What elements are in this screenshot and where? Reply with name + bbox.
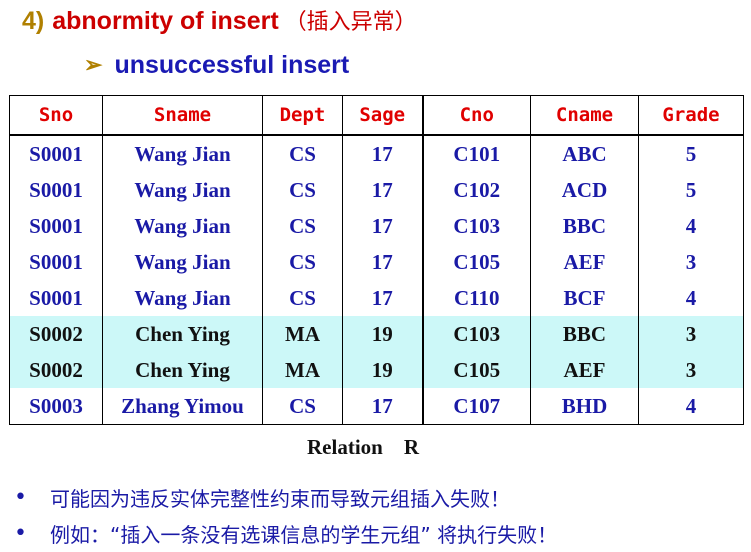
cell-sno: S0001: [9, 208, 103, 244]
cell-grade: 3: [638, 352, 744, 388]
cell-sname: Wang Jian: [102, 172, 263, 208]
cell-grade: 4: [638, 388, 744, 425]
cell-cname: AEF: [530, 352, 639, 388]
column-header-dept: Dept: [262, 95, 343, 136]
cell-dept: MA: [262, 316, 343, 352]
bullet-text: 例如：“插入一条没有选课信息的学生元组” 将执行失败！: [50, 522, 558, 547]
bullet-dot-icon: •: [14, 520, 27, 546]
cell-sno: S0002: [9, 316, 103, 352]
slide-heading: 4) abnormity of insert （插入异常）: [22, 4, 417, 44]
cell-cname: ABC: [530, 135, 639, 172]
column-header-sname: Sname: [102, 95, 263, 136]
table-row: S0002 Chen Ying MA 19 C105 AEF 3: [9, 352, 744, 388]
column-header-grade: Grade: [638, 95, 744, 136]
cell-dept: CS: [262, 388, 343, 425]
cell-sage: 19: [342, 316, 424, 352]
table-header-row: Sno Sname Dept Sage Cno Cname Grade: [9, 95, 744, 136]
cell-cno: C103: [422, 208, 531, 244]
cell-cno: C103: [422, 316, 531, 352]
heading-title: abnormity of insert: [52, 7, 279, 35]
cell-dept: CS: [262, 135, 343, 172]
cell-sage: 17: [342, 280, 424, 316]
bullet-item: • 可能因为违反实体完整性约束而导致元组插入失败！: [14, 479, 557, 515]
cell-sage: 17: [342, 208, 424, 244]
table-row: S0001 Wang Jian CS 17 C101 ABC 5: [9, 135, 744, 172]
cell-dept: CS: [262, 280, 343, 316]
cell-cname: BHD: [530, 388, 639, 425]
column-header-sage: Sage: [342, 95, 424, 136]
cell-sage: 17: [342, 135, 424, 172]
cell-grade: 3: [638, 244, 744, 280]
cell-cno: C110: [422, 280, 531, 316]
cell-sage: 17: [342, 172, 424, 208]
cell-cname: BCF: [530, 280, 639, 316]
cell-cname: AEF: [530, 244, 639, 280]
cell-grade: 5: [638, 172, 744, 208]
cell-grade: 4: [638, 280, 744, 316]
table-row: S0001 Wang Jian CS 17 C110 BCF 4: [9, 280, 744, 316]
column-header-cno: Cno: [422, 95, 531, 136]
table-row: S0003 Zhang Yimou CS 17 C107 BHD 4: [9, 388, 744, 425]
cell-grade: 4: [638, 208, 744, 244]
cell-sage: 17: [342, 388, 424, 425]
column-header-sno: Sno: [9, 95, 103, 136]
cell-sage: 17: [342, 244, 424, 280]
cell-sno: S0001: [9, 244, 103, 280]
cell-cno: C102: [422, 172, 531, 208]
bullet-dot-icon: •: [14, 484, 27, 510]
subheading: ➢ unsuccessful insert: [84, 47, 349, 83]
arrow-bullet-icon: ➢: [84, 52, 103, 77]
cell-sname: Wang Jian: [102, 135, 263, 172]
table-row: S0001 Wang Jian CS 17 C102 ACD 5: [9, 172, 744, 208]
table-row: S0001 Wang Jian CS 17 C103 BBC 4: [9, 208, 744, 244]
cell-cno: C105: [422, 352, 531, 388]
bullet-item: • 例如：“插入一条没有选课信息的学生元组” 将执行失败！: [14, 515, 557, 551]
bullet-list: • 可能因为违反实体完整性约束而导致元组插入失败！ • 例如：“插入一条没有选课信息的…: [14, 479, 557, 551]
cell-grade: 3: [638, 316, 744, 352]
cell-sno: S0001: [9, 172, 103, 208]
cell-sname: Chen Ying: [102, 352, 263, 388]
table-caption: Relation R: [307, 435, 419, 459]
cell-sno: S0001: [9, 280, 103, 316]
cell-cname: BBC: [530, 316, 639, 352]
cell-grade: 5: [638, 135, 744, 172]
cell-dept: CS: [262, 208, 343, 244]
table-row: S0001 Wang Jian CS 17 C105 AEF 3: [9, 244, 744, 280]
cell-sname: Wang Jian: [102, 244, 263, 280]
bullet-text: 可能因为违反实体完整性约束而导致元组插入失败！: [50, 486, 510, 511]
relation-table: Sno Sname Dept Sage Cno Cname Grade S0001 Wang …: [9, 95, 744, 425]
cell-sno: S0001: [9, 135, 103, 172]
cell-sno: S0003: [9, 388, 103, 425]
cell-sname: Wang Jian: [102, 280, 263, 316]
heading-title-cn: （插入异常）: [284, 10, 417, 35]
cell-sname: Zhang Yimou: [102, 388, 263, 425]
table-row: S0002 Chen Ying MA 19 C103 BBC 3: [9, 316, 744, 352]
cell-cname: ACD: [530, 172, 639, 208]
cell-cno: C107: [422, 388, 531, 425]
cell-cname: BBC: [530, 208, 639, 244]
cell-sno: S0002: [9, 352, 103, 388]
cell-cno: C101: [422, 135, 531, 172]
cell-cno: C105: [422, 244, 531, 280]
cell-dept: MA: [262, 352, 343, 388]
table-body: S0001 Wang Jian CS 17 C101 ABC 5 S0001 Wang Jian…: [9, 135, 744, 425]
cell-dept: CS: [262, 172, 343, 208]
column-header-cname: Cname: [530, 95, 639, 136]
heading-number: 4): [22, 7, 45, 35]
subheading-text: unsuccessful insert: [114, 50, 350, 79]
cell-sage: 19: [342, 352, 424, 388]
cell-sname: Wang Jian: [102, 208, 263, 244]
cell-dept: CS: [262, 244, 343, 280]
cell-sname: Chen Ying: [102, 316, 263, 352]
